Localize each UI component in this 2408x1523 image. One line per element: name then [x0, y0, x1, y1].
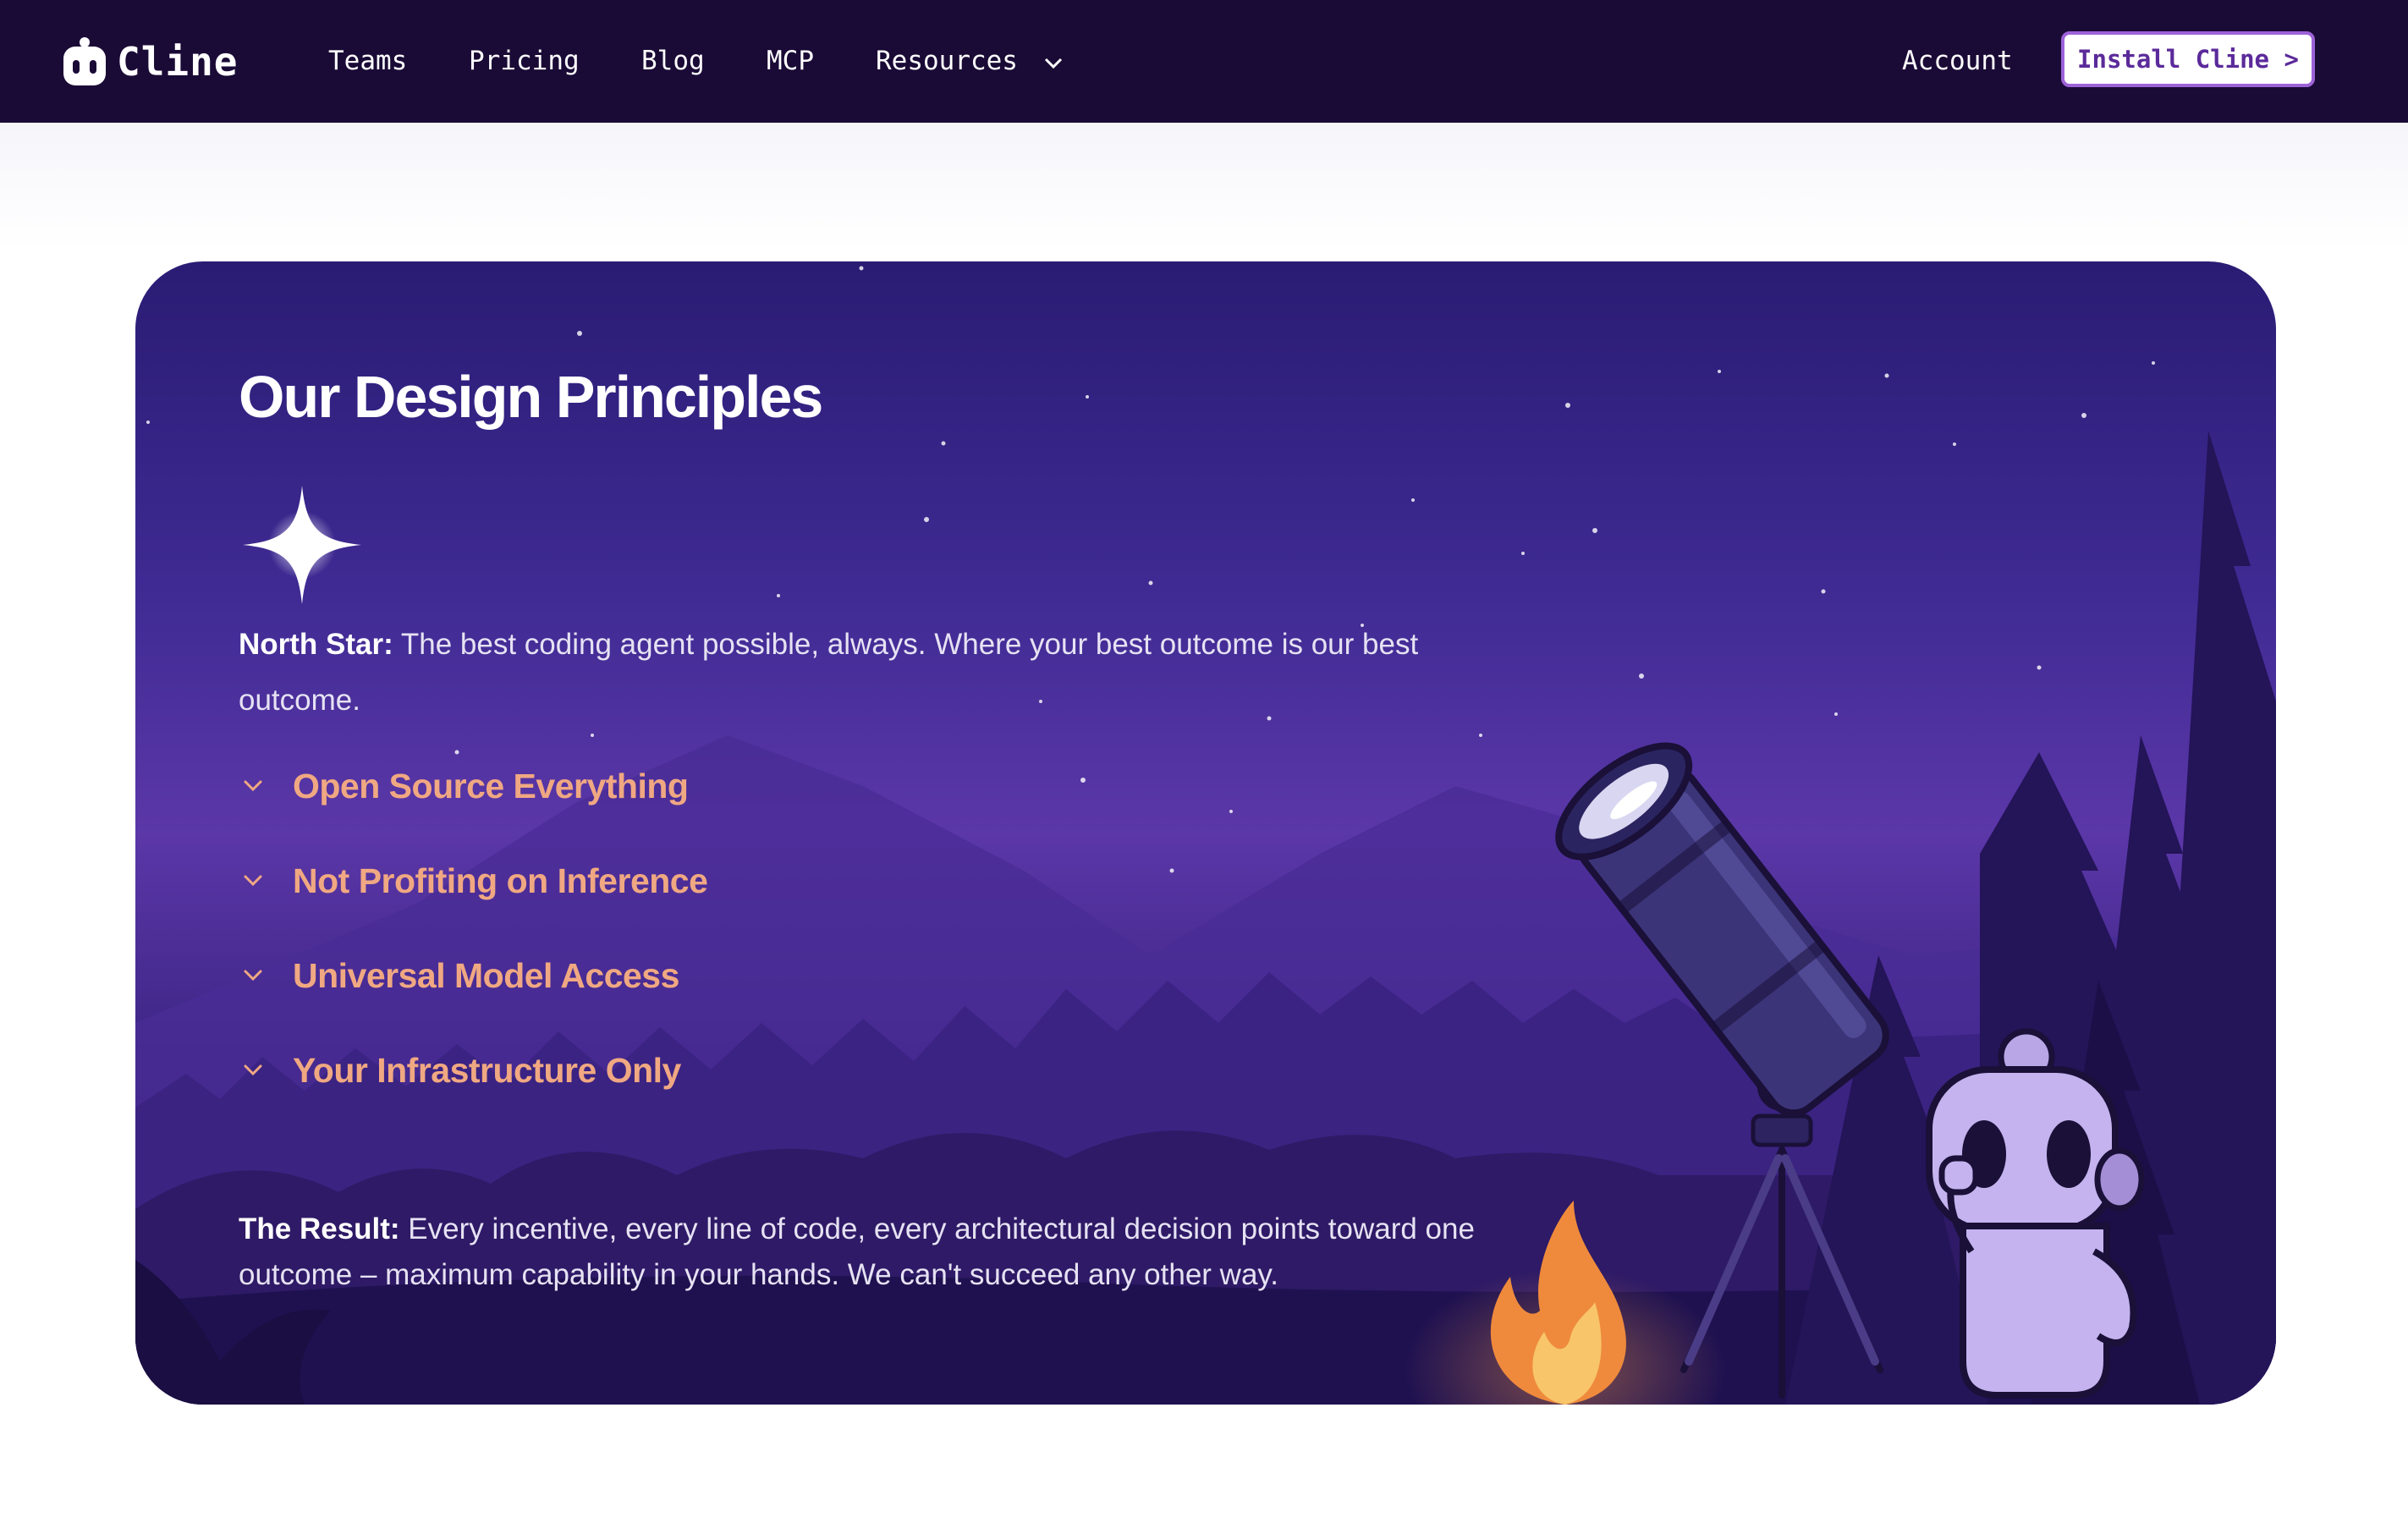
logo-text: Cline: [117, 39, 239, 85]
nav-link-blog[interactable]: Blog: [641, 44, 705, 78]
logo[interactable]: Cline: [61, 36, 238, 87]
chevron-down-icon: [1044, 58, 1062, 69]
chevron-down-icon: [244, 1064, 262, 1076]
design-principles-card: Our Design Principles North Star: The be…: [135, 261, 2276, 1405]
result-statement: The Result: Every incentive, every line …: [239, 1207, 1491, 1298]
chevron-down-icon: [244, 875, 262, 887]
north-star-text: The best coding agent possible, always. …: [239, 628, 1419, 717]
result-text: Every incentive, every line of code, eve…: [239, 1212, 1475, 1291]
page-background-fade: [0, 123, 2408, 250]
accordion-item-universal-model[interactable]: Universal Model Access: [239, 950, 679, 1001]
accordion-item-label: Your Infrastructure Only: [293, 1050, 681, 1090]
accordion-item-not-profiting[interactable]: Not Profiting on Inference: [239, 855, 708, 906]
result-label: The Result:: [239, 1212, 400, 1245]
nav-link-mcp[interactable]: MCP: [767, 44, 814, 78]
chevron-down-icon: [244, 970, 262, 981]
nav-link-teams[interactable]: Teams: [328, 44, 407, 78]
accordion-item-label: Open Source Everything: [293, 766, 689, 805]
north-star-label: North Star:: [239, 628, 393, 661]
accordion-item-infrastructure[interactable]: Your Infrastructure Only: [239, 1045, 681, 1096]
north-star-statement: North Star: The best coding agent possib…: [239, 617, 1491, 729]
install-cline-button[interactable]: Install Cline >: [2061, 31, 2315, 87]
sparkle-star-icon: [243, 486, 361, 604]
chevron-down-icon: [244, 780, 262, 792]
nav-link-pricing[interactable]: Pricing: [469, 44, 580, 78]
nav-link-resources-label: Resources: [876, 46, 1018, 76]
accordion-item-label: Universal Model Access: [293, 955, 679, 995]
accordion-item-open-source[interactable]: Open Source Everything: [239, 761, 689, 811]
top-navbar: Cline Teams Pricing Blog MCP Resources A…: [0, 0, 2408, 123]
nav-dropdown-resources[interactable]: Resources: [876, 44, 1064, 78]
account-link[interactable]: Account: [1902, 44, 2013, 78]
accordion-item-label: Not Profiting on Inference: [293, 860, 708, 900]
robot-head-icon: [63, 37, 106, 85]
section-title: Our Design Principles: [239, 364, 823, 430]
